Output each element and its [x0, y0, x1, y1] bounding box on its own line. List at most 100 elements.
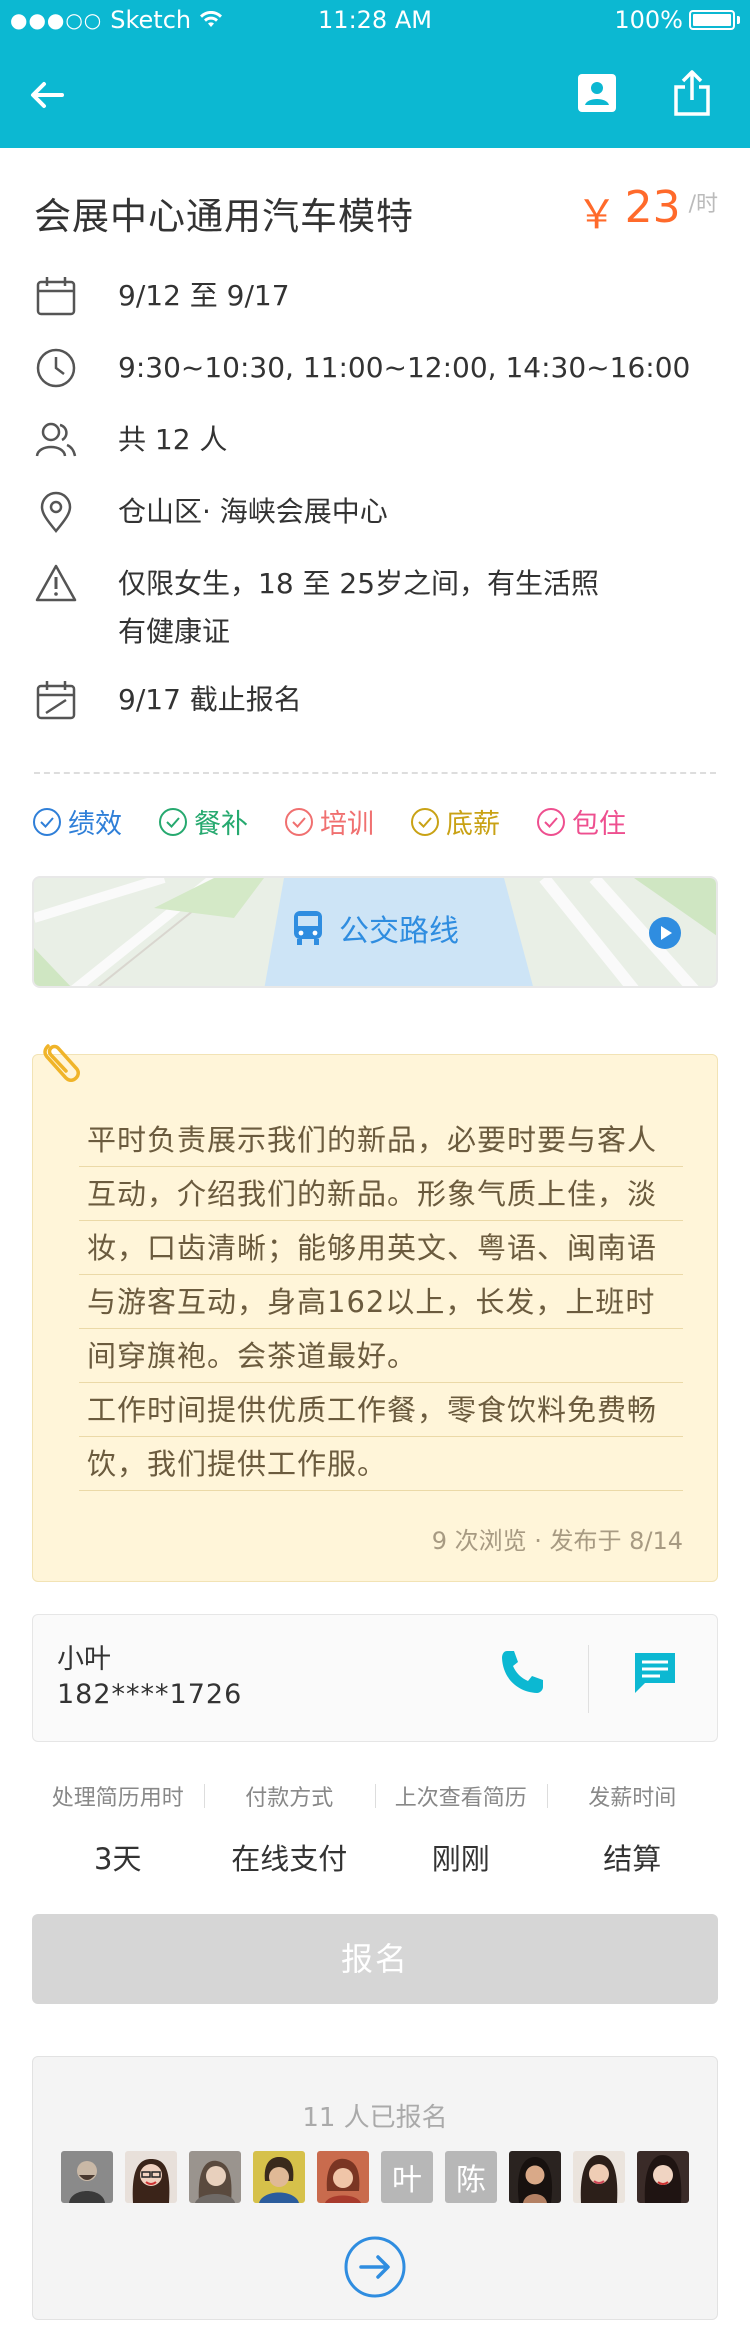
share-icon[interactable]	[670, 68, 714, 118]
deadline-text: 9/17 截止报名	[118, 683, 302, 716]
info-date: 9/12 至 9/17	[34, 274, 724, 320]
time-text: 9:30~10:30, 11:00~12:00, 14:30~16:00	[118, 351, 691, 384]
battery-tip	[737, 16, 740, 24]
tag-label: 餐补	[194, 809, 248, 840]
people-icon	[35, 422, 77, 457]
stat-label: 发薪时间	[588, 1786, 677, 1811]
avatar[interactable]	[253, 2151, 305, 2203]
stat-value: 在线支付	[231, 1842, 348, 1876]
check-circle-icon	[411, 807, 439, 836]
check-circle-icon	[159, 807, 187, 836]
note-line: 工作时间提供优质工作餐，零食饮料免费畅	[79, 1383, 683, 1437]
job-stats: 处理简历用时 3天 付款方式 在线支付 上次查看简历 刚刚 发薪时间 结算	[32, 1780, 718, 1878]
tag-label: 培训	[320, 809, 374, 840]
clock-icon	[36, 348, 76, 388]
note-line: 间穿旗袍。会茶道最好。	[79, 1329, 683, 1383]
date-text: 9/12 至 9/17	[118, 279, 290, 312]
note-line: 平时负责展示我们的新品，必要时要与客人	[79, 1113, 683, 1167]
contact-card: 小叶 182****1726	[32, 1614, 718, 1742]
applicants-count: 11 人已报名	[302, 2103, 448, 2133]
info-requirement: 仅限女生，18 至 25岁之间，有生活照 有健康证	[34, 562, 724, 656]
battery-percent: 100%	[614, 6, 683, 34]
stat-pay-time: 发薪时间 结算	[546, 1780, 719, 1878]
stat-value: 刚刚	[431, 1842, 490, 1876]
tag-housing: 包住	[536, 802, 626, 841]
note-line: 与游客互动，身高162以上，长发，上班时	[79, 1275, 683, 1329]
stat-label: 处理简历用时	[51, 1786, 184, 1811]
people-text: 共 12 人	[118, 423, 228, 456]
calendar-icon	[36, 277, 76, 316]
info-people: 共 12 人	[34, 418, 724, 464]
tag-label: 绩效	[68, 809, 122, 840]
requirement-line-2: 有健康证	[118, 615, 231, 648]
requirement-line-1: 仅限女生，18 至 25岁之间，有生活照	[118, 567, 600, 600]
note-lines: 平时负责展示我们的新品，必要时要与客人 互动，介绍我们的新品。形象气质上佳，淡 …	[79, 1113, 683, 1491]
contact-card-icon[interactable]	[576, 72, 618, 114]
info-deadline: 9/17 截止报名	[34, 678, 724, 724]
contact-phone: 182****1726	[57, 1679, 243, 1710]
stat-label: 付款方式	[245, 1786, 334, 1811]
stat-last-viewed: 上次查看简历 刚刚	[375, 1780, 547, 1878]
price-currency: ￥	[576, 192, 617, 238]
tag-performance: 绩效	[32, 802, 122, 841]
avatar[interactable]	[573, 2151, 625, 2203]
check-circle-icon	[33, 807, 61, 836]
tag-base-salary: 底薪	[410, 802, 500, 841]
job-description-note: 平时负责展示我们的新品，必要时要与客人 互动，介绍我们的新品。形象气质上佳，淡 …	[32, 1054, 718, 1582]
tag-label: 底薪	[446, 809, 500, 840]
stat-payment-method: 付款方式 在线支付	[203, 1780, 376, 1878]
warning-icon	[35, 564, 77, 602]
applicants-panel: 11 人已报名 叶 陈	[32, 2056, 718, 2320]
message-icon[interactable]	[631, 1649, 679, 1699]
check-circle-icon	[285, 807, 313, 836]
avatar[interactable]	[509, 2151, 561, 2203]
map-label-text: 公交路线	[339, 914, 459, 949]
bus-route-label[interactable]: 公交路线	[34, 906, 716, 950]
contact-name: 小叶	[57, 1644, 111, 1675]
location-pin-icon	[40, 491, 72, 533]
location-text: 仓山区· 海峡会展中心	[118, 495, 388, 528]
battery: 100%	[614, 6, 740, 34]
info-location: 仓山区· 海峡会展中心	[34, 490, 724, 536]
back-arrow-icon[interactable]	[24, 72, 70, 118]
top-bar: ●●●○○ Sketch 11:28 AM 100%	[0, 0, 750, 148]
check-circle-icon	[537, 807, 565, 836]
note-meta: 9 次浏览 · 发布于 8/14	[431, 1527, 683, 1555]
job-title: 会展中心通用汽车模特	[34, 195, 414, 238]
stat-label: 上次查看简历	[394, 1786, 527, 1811]
play-arrow-icon[interactable]	[648, 916, 682, 950]
avatar-text[interactable]: 陈	[445, 2151, 497, 2203]
info-time: 9:30~10:30, 11:00~12:00, 14:30~16:00	[34, 346, 724, 392]
divider	[34, 772, 716, 774]
arrow-right-circle-icon[interactable]	[343, 2235, 407, 2299]
avatar-text[interactable]: 叶	[381, 2151, 433, 2203]
stat-resume-time: 处理简历用时 3天	[32, 1780, 204, 1878]
stat-value: 3天	[94, 1842, 142, 1876]
tag-training: 培训	[284, 802, 374, 841]
signup-button[interactable]: 报名	[32, 1914, 718, 2004]
phone-icon[interactable]	[495, 1645, 545, 1701]
bus-route-map[interactable]: 公交路线	[32, 876, 718, 988]
price-unit: /时	[688, 192, 718, 217]
note-line: 互动，介绍我们的新品。形象气质上佳，淡	[79, 1167, 683, 1221]
benefit-tags: 绩效 餐补 培训 底薪 包住	[32, 802, 662, 841]
stat-value: 结算	[603, 1842, 662, 1876]
note-line: 饮，我们提供工作服。	[79, 1437, 683, 1491]
contact-separator	[588, 1645, 589, 1713]
avatar[interactable]	[637, 2151, 689, 2203]
calendar-deadline-icon	[36, 681, 76, 720]
tag-meal: 餐补	[158, 802, 248, 841]
avatar[interactable]	[61, 2151, 113, 2203]
paperclip-icon	[43, 1044, 80, 1082]
note-line: 妆，口齿清晰；能够用英文、粤语、闽南语	[79, 1221, 683, 1275]
bus-icon	[294, 911, 322, 945]
tag-label: 包住	[572, 809, 626, 840]
requirement-text: 仅限女生，18 至 25岁之间，有生活照 有健康证	[118, 560, 599, 656]
price: ￥ 23 /时	[577, 182, 718, 240]
avatar[interactable]	[317, 2151, 369, 2203]
avatar[interactable]	[189, 2151, 241, 2203]
avatar[interactable]	[125, 2151, 177, 2203]
avatar-list: 叶 陈	[61, 2151, 689, 2203]
battery-icon	[689, 10, 735, 30]
status-bar: ●●●○○ Sketch 11:28 AM 100%	[0, 0, 750, 40]
